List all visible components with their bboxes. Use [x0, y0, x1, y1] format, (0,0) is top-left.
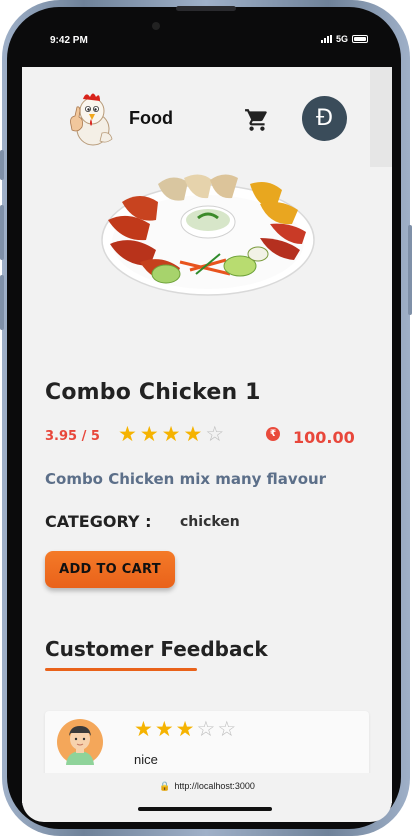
app-header: Food Đ	[22, 67, 370, 167]
category-value: chicken	[180, 514, 240, 530]
category-label: CATEGORY :	[45, 512, 152, 531]
star-filled-icon: ★	[134, 717, 153, 741]
url-display: 🔒 http://localhost:3000	[22, 781, 392, 792]
star-empty-icon: ☆	[217, 717, 237, 741]
speaker-notch	[176, 6, 236, 11]
feedback-title: Customer Feedback	[45, 637, 268, 661]
star-filled-icon: ★	[118, 422, 137, 446]
star-empty-icon: ☆	[205, 422, 225, 446]
add-to-cart-button[interactable]: ADD TO CART	[45, 551, 175, 588]
review-card: ★ ★ ★ ☆ ☆ nice	[45, 711, 369, 773]
url-text: http://localhost:3000	[174, 781, 255, 791]
rupee-icon: ₹	[266, 427, 280, 441]
brand-name[interactable]: Food	[129, 108, 173, 129]
star-filled-icon: ★	[161, 422, 181, 446]
front-camera	[152, 22, 160, 30]
cart-icon[interactable]	[244, 107, 270, 133]
volume-up-button	[0, 205, 4, 260]
network-type: 5G	[335, 34, 348, 44]
battery-icon	[352, 35, 368, 43]
volume-down-button	[0, 275, 4, 330]
combo-chicken-image	[101, 174, 315, 296]
browser-url-bar[interactable]: 🔒 http://localhost:3000	[22, 773, 392, 803]
status-indicators: 5G	[320, 34, 368, 44]
star-filled-icon: ★	[175, 717, 195, 741]
review-text: nice	[134, 752, 158, 767]
mute-switch	[0, 150, 4, 180]
status-time: 9:42 PM	[50, 35, 88, 46]
product-rating-text: 3.95 / 5	[45, 429, 100, 444]
signal-icon	[320, 35, 332, 43]
star-filled-icon: ★	[154, 717, 174, 741]
lock-icon: 🔒	[159, 781, 171, 791]
feedback-title-underline	[45, 668, 197, 671]
reviewer-avatar-icon	[57, 719, 103, 765]
product-rating-stars: ★ ★ ★ ★ ☆	[118, 424, 224, 445]
chicken-logo-icon[interactable]	[66, 89, 116, 147]
product-description: Combo Chicken mix many flavour	[45, 470, 327, 488]
star-empty-icon: ☆	[196, 717, 216, 741]
user-avatar-button[interactable]: Đ	[302, 96, 347, 141]
star-filled-icon: ★	[183, 422, 203, 446]
review-rating-stars: ★ ★ ★ ☆ ☆	[134, 719, 236, 740]
app-screen: Food Đ Combo Chicken 1 3.95 / 5 ★ ★ ★ ★ ☆ ₹ …	[22, 67, 392, 773]
scrollbar[interactable]	[370, 67, 392, 167]
bottom-bar	[22, 800, 392, 822]
power-button	[408, 225, 412, 315]
star-filled-icon: ★	[139, 422, 159, 446]
product-title: Combo Chicken 1	[45, 380, 261, 405]
home-indicator[interactable]	[138, 807, 272, 811]
product-price: 100.00	[293, 428, 355, 447]
